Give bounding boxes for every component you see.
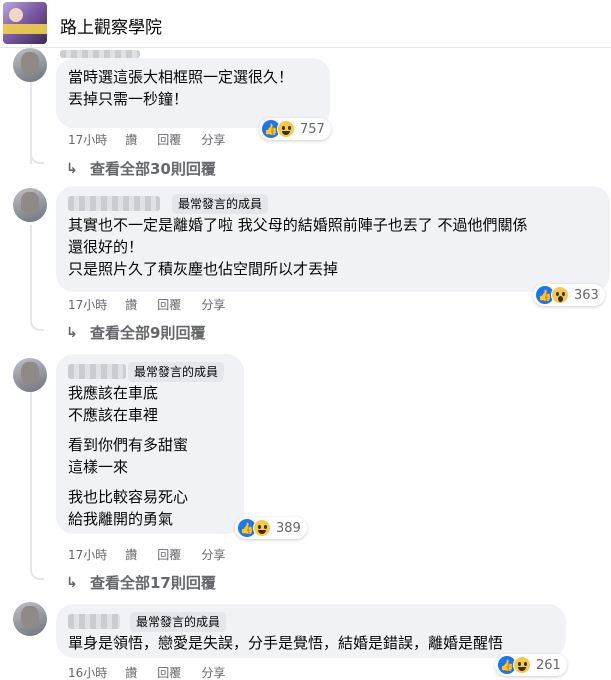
comment-time[interactable]: 16小時: [68, 664, 107, 680]
comment-text-line: 不應該在車裡: [68, 406, 159, 424]
thread-curve: [30, 566, 44, 580]
comment-text-line: 還很好的！: [68, 238, 144, 256]
share-button[interactable]: 分享: [201, 131, 225, 148]
thread-line: [30, 225, 32, 319]
view-replies-link[interactable]: ↳ 查看全部30則回覆: [66, 158, 216, 179]
comment-actions: 16小時 讚 回覆 分享: [68, 664, 245, 680]
blurred-username[interactable]: [68, 196, 160, 211]
reaction-count: 261: [536, 657, 561, 673]
reaction-summary[interactable]: 👍 757: [259, 118, 331, 140]
comment-text-line: 我應該在車底: [68, 384, 159, 402]
reaction-summary[interactable]: 👍 363: [533, 284, 605, 306]
comment-time[interactable]: 17小時: [68, 131, 107, 148]
thread-curve: [30, 317, 44, 331]
reaction-count: 757: [300, 121, 325, 137]
comment-bubble: 最常發言的成員 其實也不一定是離婚了啦 我父母的結婚照前陣子也丟了 不過他們關係…: [56, 186, 610, 292]
comment-text-line: 這樣一來: [68, 458, 129, 476]
share-button[interactable]: 分享: [201, 296, 225, 313]
view-replies-label: 查看全部17則回覆: [90, 574, 216, 592]
comment-text-line: 當時選這張大相框照一定選很久！: [68, 68, 294, 86]
group-title[interactable]: 路上觀察學院: [60, 13, 162, 38]
view-replies-link[interactable]: ↳ 查看全部9則回覆: [66, 322, 205, 343]
comment-text-line: 給我離開的勇氣: [68, 510, 174, 528]
top-contributor-badge: 最常發言的成員: [128, 362, 225, 382]
comment-actions: 17小時 讚 回覆 分享: [68, 131, 245, 148]
thread-curve: [30, 150, 44, 164]
comment-text-line: 看到你們有多甜蜜: [68, 436, 189, 454]
comment-time[interactable]: 17小時: [68, 546, 107, 563]
haha-icon: [513, 656, 531, 674]
comment-time[interactable]: 17小時: [68, 296, 107, 313]
reply-button[interactable]: 回覆: [157, 131, 181, 148]
wow-icon: [551, 286, 569, 304]
avatar[interactable]: [13, 48, 47, 82]
view-replies-label: 查看全部30則回覆: [90, 160, 216, 178]
blurred-username: [60, 50, 140, 58]
like-button[interactable]: 讚: [125, 296, 137, 313]
reply-arrow-icon: ↳: [66, 160, 78, 177]
like-button[interactable]: 讚: [125, 546, 137, 563]
avatar[interactable]: [13, 188, 47, 222]
comment-actions: 17小時 讚 回覆 分享: [68, 296, 245, 313]
view-replies-link[interactable]: ↳ 查看全部17則回覆: [66, 572, 216, 593]
reply-button[interactable]: 回覆: [157, 296, 181, 313]
blurred-username[interactable]: [68, 614, 120, 629]
reaction-summary[interactable]: 👍 261: [495, 654, 567, 676]
reaction-summary[interactable]: 👍 389: [235, 517, 307, 539]
blurred-username[interactable]: [68, 364, 126, 379]
reply-arrow-icon: ↳: [66, 324, 78, 341]
reply-arrow-icon: ↳: [66, 574, 78, 591]
avatar[interactable]: [13, 602, 47, 636]
reaction-count: 363: [574, 287, 599, 303]
top-contributor-badge: 最常發言的成員: [130, 612, 227, 632]
haha-icon: [277, 120, 295, 138]
comment-text-line: 我也比較容易死心: [68, 488, 189, 506]
like-button[interactable]: 讚: [125, 131, 137, 148]
like-button[interactable]: 讚: [125, 664, 137, 680]
comment-bubble: 最常發言的成員 單身是領悟，戀愛是失誤，分手是覺悟，結婚是錯誤，離婚是醒悟: [56, 604, 566, 658]
avatar[interactable]: [13, 358, 47, 392]
comment-text-line: 只是照片久了積灰塵也佔空間所以才丟掉: [68, 260, 339, 278]
comment-text-line: 其實也不一定是離婚了啦 我父母的結婚照前陣子也丟了 不過他們關係: [68, 216, 528, 234]
view-replies-label: 查看全部9則回覆: [90, 324, 206, 342]
group-cover-thumbnail[interactable]: [3, 2, 47, 44]
reply-button[interactable]: 回覆: [157, 546, 181, 563]
reaction-count: 389: [276, 520, 301, 536]
haha-icon: [253, 519, 271, 537]
share-button[interactable]: 分享: [201, 546, 225, 563]
thread-line: [30, 392, 32, 570]
comment-text-line: 單身是領悟，戀愛是失誤，分手是覺悟，結婚是錯誤，離婚是醒悟: [68, 634, 504, 652]
group-header: 路上觀察學院: [0, 0, 611, 48]
reply-button[interactable]: 回覆: [157, 664, 181, 680]
share-button[interactable]: 分享: [201, 664, 225, 680]
comment-bubble: 最常發言的成員 我應該在車底 不應該在車裡 看到你們有多甜蜜 這樣一來 我也比較…: [56, 354, 244, 534]
comment-actions: 17小時 讚 回覆 分享: [68, 546, 245, 563]
top-contributor-badge: 最常發言的成員: [172, 194, 269, 214]
comment-text-line: 丟掉只需一秒鐘！: [68, 90, 189, 108]
